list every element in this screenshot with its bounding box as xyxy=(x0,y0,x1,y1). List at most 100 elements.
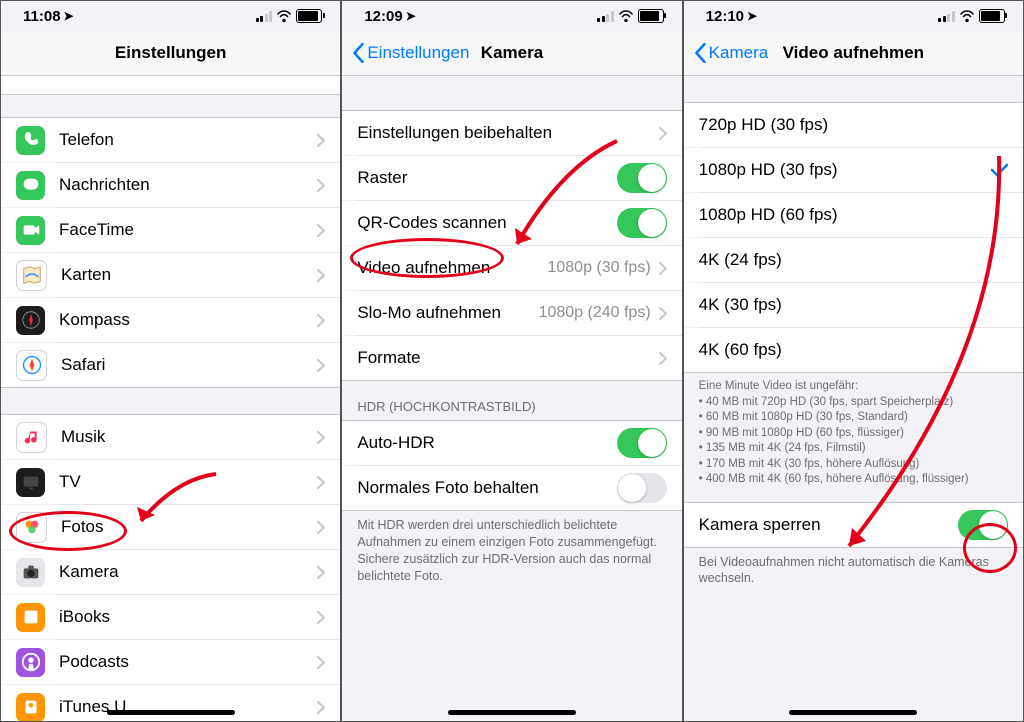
chevron-right-icon xyxy=(317,269,325,282)
chevron-right-icon xyxy=(317,611,325,624)
ft-icon xyxy=(16,216,45,245)
cell-signal-icon xyxy=(938,11,955,22)
saf-icon xyxy=(16,350,47,381)
row-lock-camera[interactable]: Kamera sperren xyxy=(684,502,1023,548)
section-hdr-header: HDR (HOCHKONTRASTBILD) xyxy=(342,381,681,420)
home-indicator[interactable] xyxy=(448,710,576,715)
chevron-right-icon xyxy=(659,127,667,140)
tv-icon xyxy=(16,468,45,497)
location-icon: ➤ xyxy=(747,9,757,23)
option-3[interactable]: 4K (24 fps) xyxy=(684,238,1023,282)
status-time: 12:10 xyxy=(706,8,744,25)
row-auto-hdr[interactable]: Auto-HDR xyxy=(342,420,681,465)
map-icon xyxy=(16,260,47,291)
chevron-right-icon xyxy=(659,307,667,320)
row-record-video[interactable]: Video aufnehmen 1080p (30 fps) xyxy=(342,246,681,290)
status-time: 11:08 xyxy=(23,8,61,25)
chevron-right-icon xyxy=(317,224,325,237)
comp-icon xyxy=(16,306,45,335)
row-qr-scan[interactable]: QR-Codes scannen xyxy=(342,201,681,245)
chevron-right-icon xyxy=(659,262,667,275)
settings-row-telefon[interactable]: Telefon xyxy=(1,117,340,162)
settings-row-podcasts[interactable]: Podcasts xyxy=(1,640,340,684)
option-4[interactable]: 4K (30 fps) xyxy=(684,283,1023,327)
size-footer: Eine Minute Video ist ungefähr:• 40 MB m… xyxy=(684,373,1023,492)
wifi-icon xyxy=(619,10,633,22)
home-indicator[interactable] xyxy=(789,710,917,715)
home-indicator[interactable] xyxy=(107,710,235,715)
option-0[interactable]: 720p HD (30 fps) xyxy=(684,102,1023,147)
row-preserve-settings[interactable]: Einstellungen beibehalten xyxy=(342,110,681,155)
cell-signal-icon xyxy=(597,11,614,22)
toggle-auto-hdr[interactable] xyxy=(617,428,667,458)
chevron-right-icon xyxy=(317,701,325,714)
screen-settings: 11:08 ➤ Einstellungen Telefon Nachrichte… xyxy=(0,0,341,722)
cam-icon xyxy=(16,558,45,587)
location-icon: ➤ xyxy=(64,9,74,23)
settings-list[interactable]: Telefon Nachrichten FaceTime Karten Komp… xyxy=(1,76,340,721)
settings-row-itunes u[interactable]: iTunes U xyxy=(1,685,340,721)
settings-row-karten[interactable]: Karten xyxy=(1,253,340,297)
screen-record-video: 12:10 ➤ Kamera Video aufnehmen 720p HD (… xyxy=(683,0,1024,722)
cell-signal-icon xyxy=(256,11,273,22)
settings-row-facetime[interactable]: FaceTime xyxy=(1,208,340,252)
chevron-right-icon xyxy=(317,656,325,669)
page-title: Einstellungen xyxy=(1,43,340,63)
chevron-right-icon xyxy=(317,476,325,489)
toggle-qr[interactable] xyxy=(617,208,667,238)
nav-bar: Kamera Video aufnehmen xyxy=(684,31,1023,76)
chevron-right-icon xyxy=(317,314,325,327)
settings-row-fotos[interactable]: Fotos xyxy=(1,505,340,549)
prev-group-tail xyxy=(1,76,340,95)
battery-icon xyxy=(296,9,322,23)
toggle-grid[interactable] xyxy=(617,163,667,193)
wifi-icon xyxy=(960,10,974,22)
settings-row-tv[interactable]: TV xyxy=(1,460,340,504)
back-button[interactable]: Kamera xyxy=(694,43,769,63)
phone-icon xyxy=(16,126,45,155)
ph-icon xyxy=(16,512,47,543)
itu-icon xyxy=(16,693,45,722)
settings-row-kompass[interactable]: Kompass xyxy=(1,298,340,342)
nav-bar: Einstellungen Kamera xyxy=(342,31,681,76)
settings-row-safari[interactable]: Safari xyxy=(1,343,340,388)
chevron-right-icon xyxy=(317,134,325,147)
wifi-icon xyxy=(277,10,291,22)
msg-icon xyxy=(16,171,45,200)
check-icon xyxy=(991,163,1008,177)
bk-icon xyxy=(16,603,45,632)
option-5[interactable]: 4K (60 fps) xyxy=(684,328,1023,373)
status-bar: 12:09 ➤ xyxy=(342,1,681,31)
location-icon: ➤ xyxy=(406,9,416,23)
chevron-right-icon xyxy=(317,431,325,444)
back-label: Einstellungen xyxy=(367,43,469,63)
settings-row-kamera[interactable]: Kamera xyxy=(1,550,340,594)
back-button[interactable]: Einstellungen xyxy=(352,43,469,63)
lock-footer: Bei Videoaufnahmen nicht automatisch die… xyxy=(684,548,1023,592)
nav-bar: Einstellungen xyxy=(1,31,340,76)
hdr-footer: Mit HDR werden drei unterschiedlich beli… xyxy=(342,511,681,589)
settings-row-nachrichten[interactable]: Nachrichten xyxy=(1,163,340,207)
option-1[interactable]: 1080p HD (30 fps) xyxy=(684,148,1023,192)
status-bar: 12:10 ➤ xyxy=(684,1,1023,31)
row-formats[interactable]: Formate xyxy=(342,336,681,381)
mus-icon xyxy=(16,422,47,453)
row-slomo[interactable]: Slo-Mo aufnehmen 1080p (240 fps) xyxy=(342,291,681,335)
screen-camera-settings: 12:09 ➤ Einstellungen Kamera Einstellung… xyxy=(341,0,682,722)
pod-icon xyxy=(16,648,45,677)
row-keep-normal[interactable]: Normales Foto behalten xyxy=(342,466,681,511)
chevron-right-icon xyxy=(317,359,325,372)
chevron-right-icon xyxy=(317,566,325,579)
chevron-right-icon xyxy=(317,521,325,534)
back-label: Kamera xyxy=(709,43,769,63)
toggle-lock-camera[interactable] xyxy=(958,510,1008,540)
settings-row-musik[interactable]: Musik xyxy=(1,414,340,459)
status-time: 12:09 xyxy=(364,8,402,25)
row-grid[interactable]: Raster xyxy=(342,156,681,200)
chevron-right-icon xyxy=(317,179,325,192)
settings-row-ibooks[interactable]: iBooks xyxy=(1,595,340,639)
toggle-keep-normal[interactable] xyxy=(617,473,667,503)
option-2[interactable]: 1080p HD (60 fps) xyxy=(684,193,1023,237)
chevron-right-icon xyxy=(659,352,667,365)
battery-icon xyxy=(638,9,664,23)
